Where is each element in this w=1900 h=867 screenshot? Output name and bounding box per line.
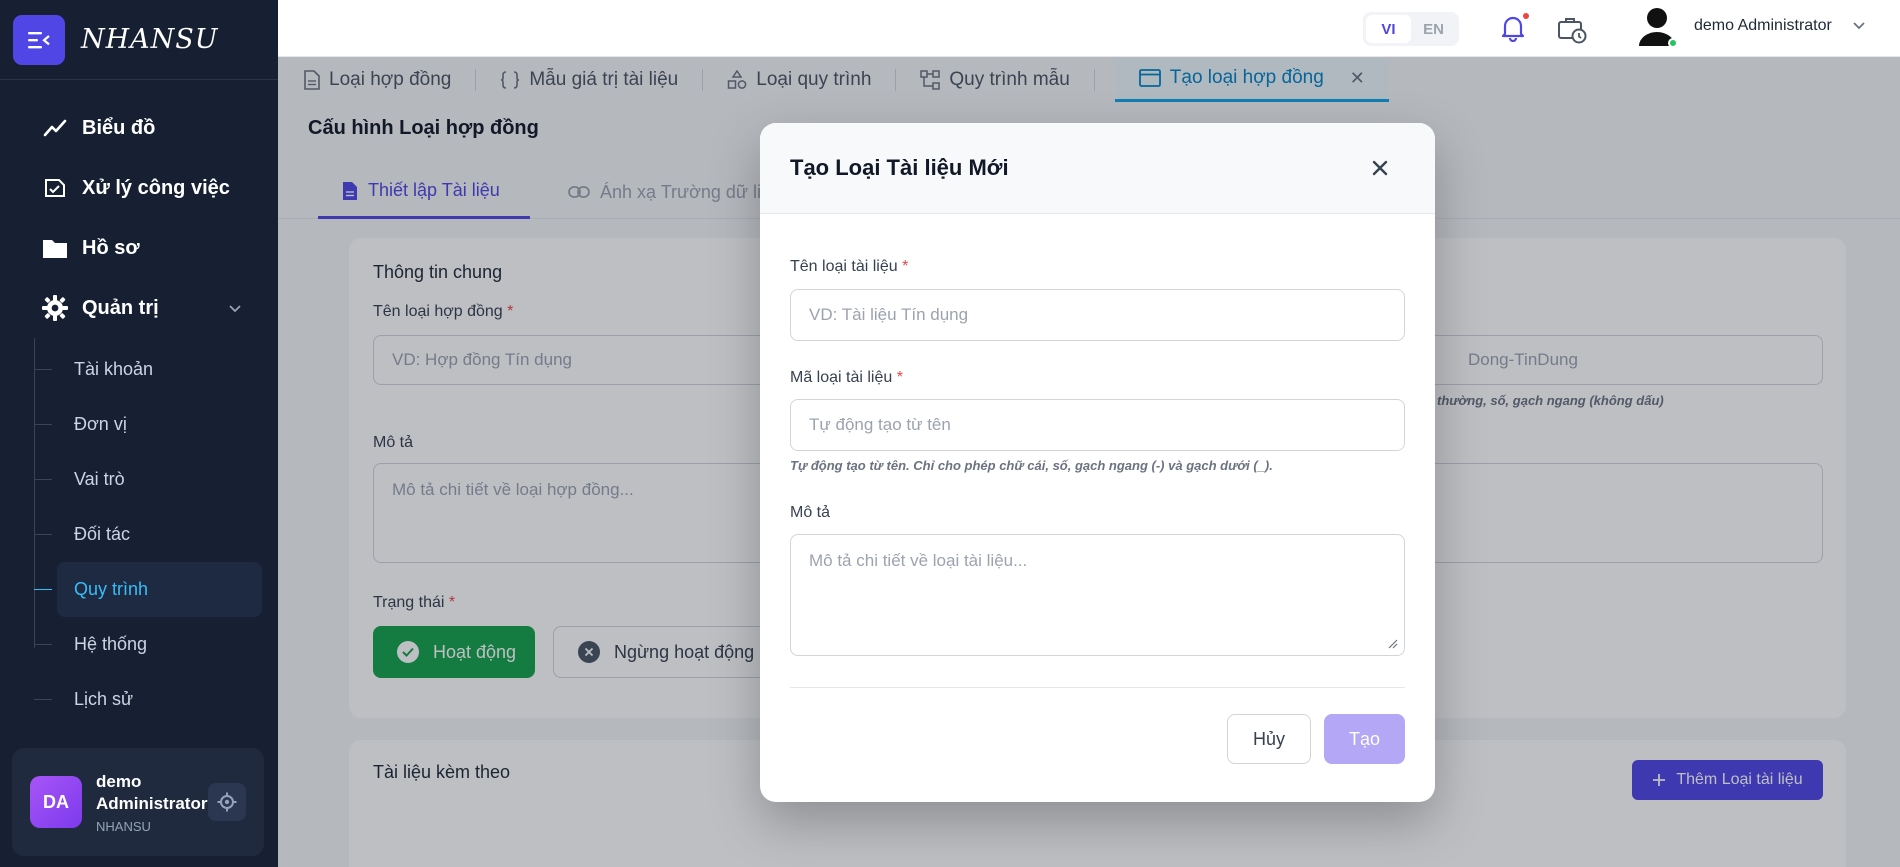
- user-menu[interactable]: demo Administrator: [1636, 4, 1866, 48]
- sub-label: Đối tác: [74, 524, 131, 544]
- close-icon: [1372, 160, 1388, 176]
- header-user-name: demo Administrator: [1694, 17, 1832, 34]
- sub-label: Lịch sử: [74, 689, 134, 709]
- user-info: demo Administrator NHANSU: [96, 771, 211, 834]
- settings-button[interactable]: [208, 783, 246, 821]
- resize-handle-icon[interactable]: [1388, 639, 1398, 649]
- document-description-label: Mô tả: [790, 504, 831, 521]
- nav-label: Hồ sơ: [82, 236, 140, 259]
- sidebar: NHANSU Biểu đồ Xử lý công việc Hồ sơ Quả…: [0, 0, 278, 867]
- sidebar-item-roles[interactable]: Vai trò: [34, 452, 262, 507]
- sidebar-item-system[interactable]: Hệ thống: [34, 617, 262, 672]
- chevron-down-icon: [228, 297, 242, 320]
- nav-label: Xử lý công việc: [82, 176, 230, 199]
- modal-header: Tạo Loại Tài liệu Mới: [760, 123, 1435, 214]
- lang-en-button[interactable]: EN: [1411, 15, 1456, 43]
- nav-item-charts[interactable]: Biểu đồ: [0, 98, 278, 158]
- sidebar-user-card: DA demo Administrator NHANSU: [12, 748, 264, 856]
- document-code-hint: Tự động tạo từ tên. Chỉ cho phép chữ cái…: [790, 458, 1273, 473]
- sub-label: Đơn vị: [74, 414, 127, 434]
- close-modal-button[interactable]: [1365, 153, 1395, 183]
- sub-label: Vai trò: [74, 469, 125, 489]
- notification-button[interactable]: [1500, 13, 1529, 47]
- nav-item-admin[interactable]: Quản trị: [0, 278, 278, 338]
- document-description-input[interactable]: Mô tả chi tiết về loại tài liệu...: [790, 534, 1405, 656]
- nav-label: Biểu đồ: [82, 116, 156, 139]
- sidebar-item-history[interactable]: Lịch sử: [34, 672, 262, 727]
- notification-dot: [1523, 13, 1529, 19]
- top-bar: VI EN demo Administrator: [278, 0, 1900, 57]
- menu-collapse-icon: [28, 31, 50, 48]
- user-name: demo Administrator: [96, 771, 208, 813]
- document-name-label: Tên loại tài liệu *: [790, 258, 909, 275]
- document-description-placeholder: Mô tả chi tiết về loại tài liệu...: [809, 551, 1028, 570]
- folder-icon: [42, 235, 68, 261]
- create-button[interactable]: Tạo: [1324, 714, 1405, 764]
- brand-logo[interactable]: NHANSU: [81, 24, 219, 55]
- lang-vi-button[interactable]: VI: [1366, 15, 1411, 43]
- avatar[interactable]: DA: [30, 776, 82, 828]
- briefcase-clock-icon: [1558, 18, 1587, 44]
- admin-submenu: Tài khoản Đơn vị Vai trò Đối tác Quy trì…: [34, 338, 278, 727]
- nav-item-tasks[interactable]: Xử lý công việc: [0, 158, 278, 218]
- online-status-dot: [1668, 38, 1678, 48]
- sub-label: Tài khoản: [74, 359, 154, 379]
- sidebar-item-units[interactable]: Đơn vị: [34, 397, 262, 452]
- menu-toggle-button[interactable]: [13, 14, 65, 65]
- document-code-input[interactable]: Tự động tạo từ tên: [790, 399, 1405, 451]
- modal-title: Tạo Loại Tài liệu Mới: [790, 155, 1009, 180]
- document-code-label: Mã loại tài liệu *: [790, 369, 903, 386]
- language-switch: VI EN: [1363, 12, 1459, 46]
- modal-divider: [790, 687, 1405, 688]
- nav-label: Quản trị: [82, 296, 159, 319]
- nav-item-records[interactable]: Hồ sơ: [0, 218, 278, 278]
- avatar: [1636, 4, 1678, 48]
- work-schedule-button[interactable]: [1557, 14, 1587, 49]
- sub-label: Quy trình: [74, 579, 149, 599]
- sub-label: Hệ thống: [74, 634, 148, 654]
- task-process-icon: [42, 175, 68, 201]
- user-org: NHANSU: [96, 818, 151, 834]
- sidebar-item-workflow[interactable]: Quy trình: [34, 562, 262, 617]
- document-name-input[interactable]: VD: Tài liệu Tín dụng: [790, 289, 1405, 341]
- sidebar-item-accounts[interactable]: Tài khoản: [34, 342, 262, 397]
- sidebar-item-partners[interactable]: Đối tác: [34, 507, 262, 562]
- trend-chart-icon: [42, 115, 68, 141]
- bell-icon: [1501, 16, 1525, 43]
- gear-icon: [217, 792, 237, 812]
- gear-icon: [42, 295, 68, 321]
- chevron-down-icon: [1853, 22, 1865, 30]
- sidebar-header: NHANSU: [0, 0, 278, 80]
- cancel-button[interactable]: Hủy: [1227, 714, 1311, 764]
- create-document-type-modal: Tạo Loại Tài liệu Mới Tên loại tài liệu …: [760, 123, 1435, 802]
- main-nav: Biểu đồ Xử lý công việc Hồ sơ Quản trị: [0, 80, 278, 338]
